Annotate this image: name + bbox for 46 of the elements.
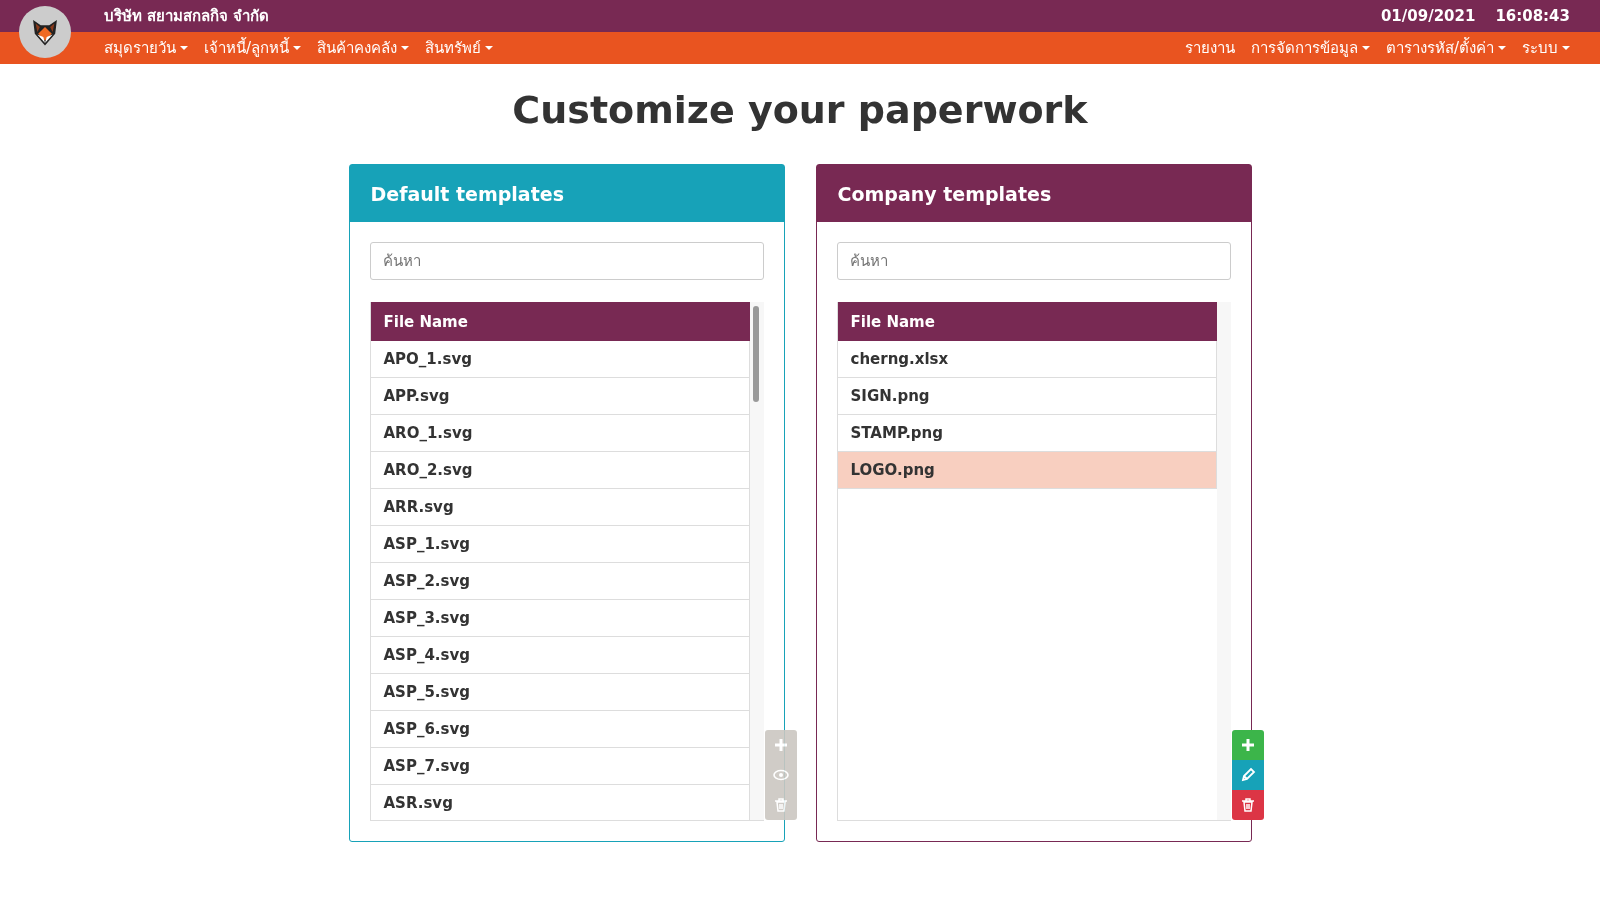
scrollbar-thumb[interactable] bbox=[752, 306, 759, 402]
file-row[interactable]: LOGO.png bbox=[837, 452, 1217, 489]
panel-title: Default templates bbox=[370, 182, 564, 205]
trash-icon bbox=[1239, 797, 1256, 813]
add-button[interactable] bbox=[1231, 730, 1264, 760]
menu-item[interactable]: รายงาน bbox=[1184, 36, 1235, 60]
scrollbar-track[interactable] bbox=[1216, 302, 1231, 820]
file-row[interactable]: ASP_3.svg bbox=[370, 600, 750, 637]
file-row[interactable]: ASP_5.svg bbox=[370, 674, 750, 711]
file-row[interactable]: ASP_7.svg bbox=[370, 748, 750, 785]
menu-item[interactable]: เจ้าหนี้/ลูกหนี้ bbox=[204, 36, 302, 60]
file-row[interactable]: ASP_6.svg bbox=[370, 711, 750, 748]
search-field[interactable]: ค้นหา bbox=[836, 242, 1231, 280]
file-row[interactable]: APP.svg bbox=[370, 378, 750, 415]
plus-icon bbox=[1239, 737, 1256, 753]
trash-icon bbox=[772, 797, 789, 813]
file-row[interactable]: ARO_2.svg bbox=[370, 452, 750, 489]
fox-logo-icon[interactable] bbox=[19, 6, 71, 58]
plus-icon bbox=[772, 737, 789, 753]
time-text: 16:08:43 bbox=[1495, 7, 1570, 25]
column-header: File Name bbox=[370, 302, 750, 341]
menu-item[interactable]: ระบบ bbox=[1522, 36, 1570, 60]
company-name: บริษัท สยามสกลกิจ จำกัด bbox=[104, 6, 270, 27]
delete-button[interactable] bbox=[1231, 790, 1264, 820]
menu-item[interactable]: การจัดการข้อมูล bbox=[1250, 36, 1370, 60]
panel-title: Company templates bbox=[837, 182, 1052, 205]
edit-button[interactable] bbox=[1231, 760, 1264, 790]
search-field[interactable]: ค้นหา bbox=[369, 242, 764, 280]
menu-item[interactable]: ตารางรหัส/ตั้งค่า bbox=[1385, 36, 1506, 60]
file-row[interactable]: SIGN.png bbox=[837, 378, 1217, 415]
menu-item[interactable]: สินค้าคงคลัง bbox=[317, 36, 410, 60]
eye-icon bbox=[772, 767, 789, 783]
date-text: 01/09/2021 bbox=[1380, 7, 1476, 25]
file-row[interactable]: cherng.xlsx bbox=[837, 341, 1217, 378]
menu-item[interactable]: สินทรัพย์ bbox=[425, 36, 494, 60]
file-row[interactable]: ARR.svg bbox=[370, 489, 750, 526]
column-header: File Name bbox=[837, 302, 1217, 341]
file-row[interactable]: APO_1.svg bbox=[370, 341, 750, 378]
file-row[interactable]: ARO_1.svg bbox=[370, 415, 750, 452]
file-row[interactable]: ASP_4.svg bbox=[370, 637, 750, 674]
page-title: Customize your paperwork bbox=[511, 88, 1089, 132]
file-row[interactable]: ASP_2.svg bbox=[370, 563, 750, 600]
menu-item[interactable]: สมุดรายวัน bbox=[104, 36, 188, 60]
file-row[interactable]: ASR.svg bbox=[370, 785, 750, 820]
pencil-icon bbox=[1239, 767, 1256, 783]
file-row[interactable]: ASP_1.svg bbox=[370, 526, 750, 563]
